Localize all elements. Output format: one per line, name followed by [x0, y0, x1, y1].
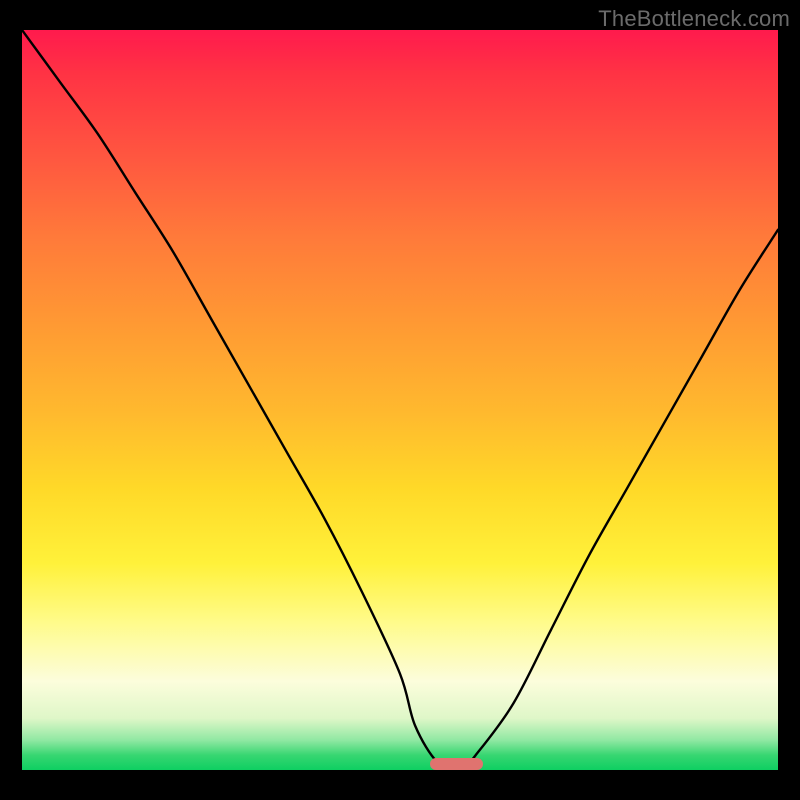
bottleneck-curve-path — [22, 30, 778, 770]
watermark-text: TheBottleneck.com — [598, 6, 790, 32]
plot-area — [22, 30, 778, 770]
chart-frame: TheBottleneck.com — [0, 0, 800, 800]
bottleneck-curve — [22, 30, 778, 770]
optimal-range-marker — [430, 758, 483, 770]
